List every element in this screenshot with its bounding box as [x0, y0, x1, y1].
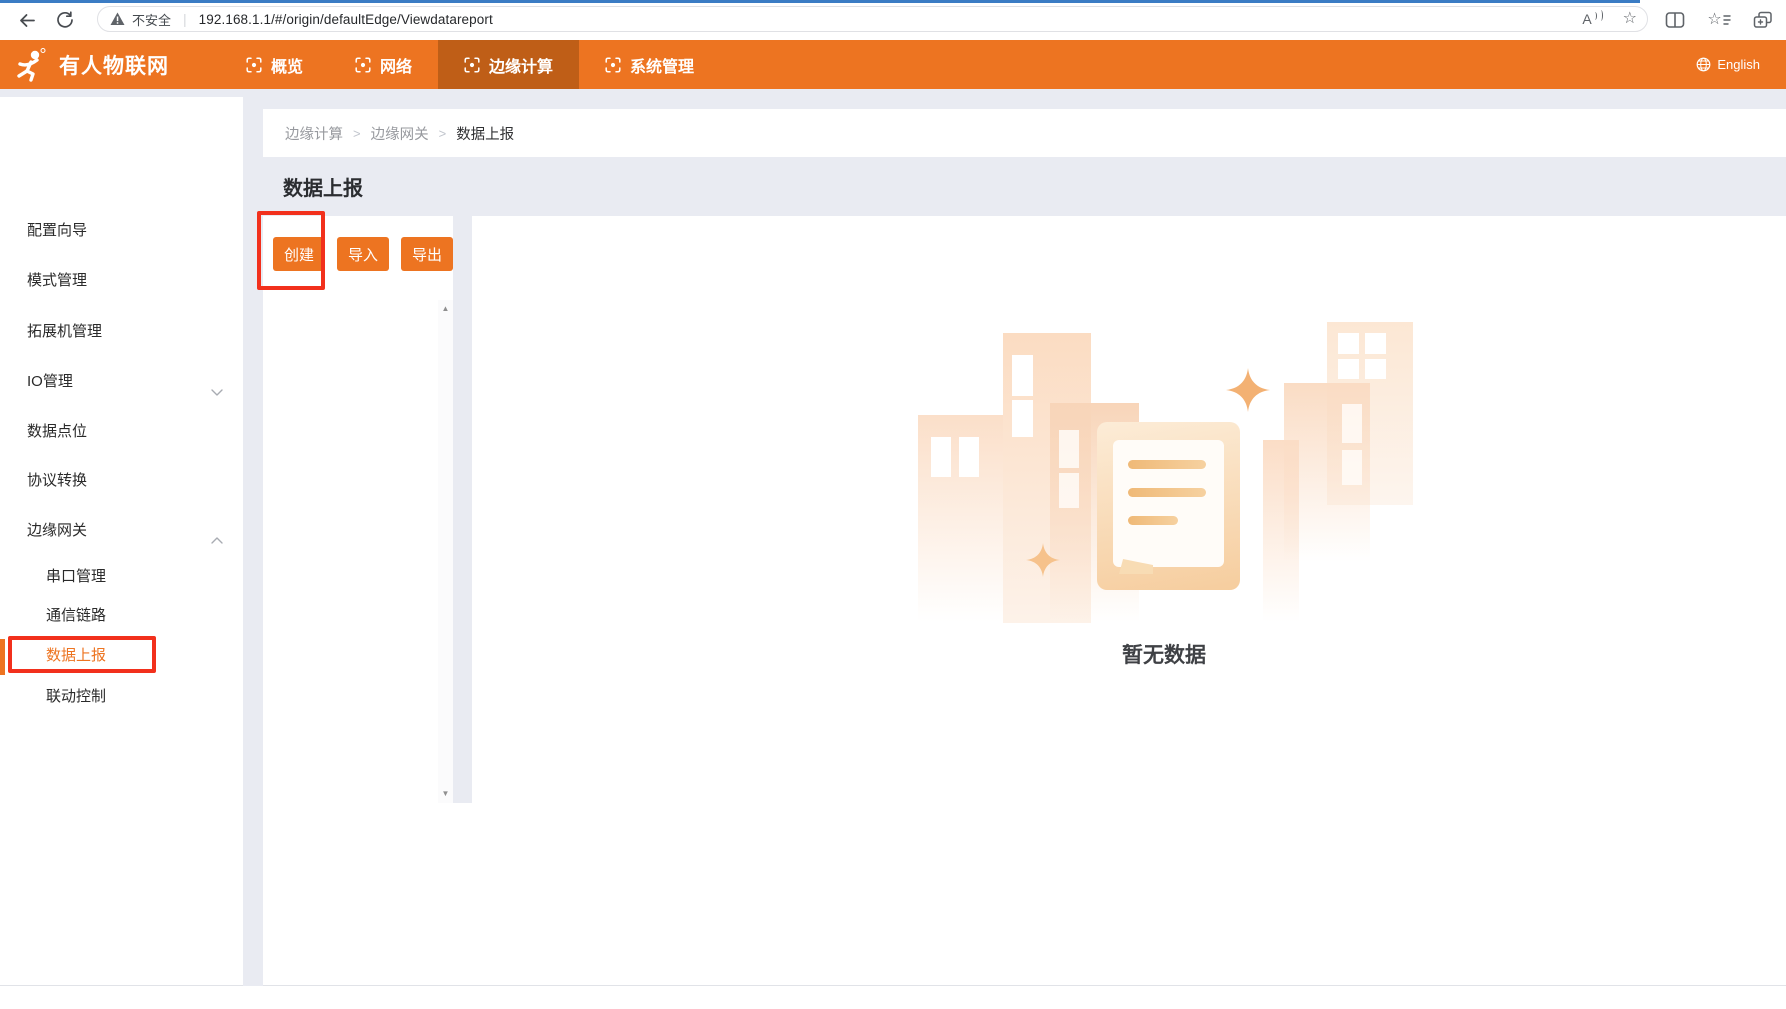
- site-security[interactable]: 不安全: [110, 10, 171, 29]
- browser-toolbar: 不安全 | 192.168.1.1/#/origin/defaultEdge/V…: [0, 0, 1786, 40]
- panel-divider: [453, 216, 472, 803]
- page-curl: [1119, 559, 1153, 574]
- main-nav: 概览 网络 边缘计算 系统管理: [220, 40, 720, 89]
- tab-label: 概览: [271, 58, 304, 76]
- url-text[interactable]: 192.168.1.1/#/origin/defaultEdge/Viewdat…: [199, 12, 493, 27]
- usr-logo-icon: [17, 47, 46, 82]
- document-graphic: [1097, 422, 1240, 590]
- sidebar-item-data-points[interactable]: 数据点位: [0, 418, 243, 446]
- sidebar-item-mode-management[interactable]: 模式管理: [0, 267, 243, 295]
- sidebar-item-edge-gateway[interactable]: 边缘网关: [0, 517, 243, 545]
- tab-label: 网络: [380, 58, 413, 76]
- sidebar-item-protocol-conversion[interactable]: 协议转换: [0, 467, 243, 495]
- sidebar-item-config-wizard[interactable]: 配置向导: [0, 217, 243, 245]
- breadcrumb-item-data-report: 数据上报: [456, 126, 515, 143]
- page-title: 数据上报: [283, 178, 363, 200]
- sparkle-icon: [1226, 368, 1270, 412]
- language-switch[interactable]: English: [1696, 57, 1786, 72]
- browser-top-accent-line: [0, 0, 1640, 3]
- document-page: [1113, 440, 1224, 574]
- sidebar-item-serial-management[interactable]: 串口管理: [0, 563, 243, 591]
- tab-network[interactable]: 网络: [329, 40, 438, 89]
- scan-icon: [355, 56, 371, 73]
- refresh-icon[interactable]: [52, 7, 78, 33]
- tab-system-management[interactable]: 系统管理: [579, 40, 720, 89]
- sidebar-item-data-report[interactable]: 数据上报: [0, 642, 243, 670]
- app-header: 有人物联网 概览 网络 边缘计算 系统管理 English: [0, 40, 1786, 89]
- brand: 有人物联网: [0, 47, 192, 83]
- breadcrumb-item-edge-computing[interactable]: 边缘计算: [285, 123, 343, 144]
- address-bar[interactable]: 不安全 | 192.168.1.1/#/origin/defaultEdge/V…: [97, 6, 1648, 32]
- building-graphic: [918, 415, 1003, 622]
- address-separator: |: [183, 11, 187, 27]
- brand-title: 有人物联网: [59, 54, 169, 78]
- chevron-up-icon: [211, 527, 223, 555]
- import-button[interactable]: 导入: [337, 237, 390, 271]
- sidebar-item-expander-management[interactable]: 拓展机管理: [0, 318, 243, 346]
- scan-icon: [605, 56, 621, 73]
- favorites-bar-icon[interactable]: ☆: [1702, 7, 1736, 33]
- tab-overview[interactable]: 概览: [220, 40, 329, 89]
- scroll-down-icon[interactable]: ▼: [442, 785, 450, 803]
- tab-label: 边缘计算: [489, 58, 554, 76]
- tab-edge-computing[interactable]: 边缘计算: [438, 40, 580, 89]
- screenshot-root: 不安全 | 192.168.1.1/#/origin/defaultEdge/V…: [0, 0, 1786, 1009]
- sidebar-item-communication-link[interactable]: 通信链路: [0, 602, 243, 630]
- bookmark-star-icon[interactable]: ☆: [1623, 11, 1637, 27]
- sidebar: 配置向导 模式管理 拓展机管理 IO管理 数据点位 协议转换 边缘网关 串口管理…: [0, 97, 243, 986]
- scan-icon: [246, 56, 262, 73]
- sidebar-item-io-management[interactable]: IO管理: [0, 368, 243, 396]
- active-item-indicator: [0, 639, 5, 675]
- language-label: English: [1717, 57, 1760, 72]
- breadcrumb: 边缘计算 > 边缘网关 > 数据上报: [263, 109, 1786, 157]
- warning-icon: [110, 12, 125, 25]
- building-graphic: [1263, 440, 1299, 622]
- scroll-up-icon[interactable]: ▲: [442, 300, 450, 318]
- empty-illustration: [912, 318, 1416, 626]
- export-button[interactable]: 导出: [401, 237, 454, 271]
- empty-state-text: 暂无数据: [1122, 644, 1206, 667]
- read-aloud-icon[interactable]: A: [1582, 10, 1603, 27]
- breadcrumb-item-edge-gateway[interactable]: 边缘网关: [371, 123, 429, 144]
- list-scrollbar[interactable]: ▲ ▼: [438, 300, 453, 803]
- scan-icon: [464, 56, 480, 73]
- split-screen-icon[interactable]: [1662, 7, 1688, 33]
- create-button[interactable]: 创建: [273, 237, 326, 271]
- back-icon[interactable]: [14, 7, 40, 33]
- toolbar: 创建 导入 导出: [273, 237, 454, 271]
- sidebar-item-linkage-control[interactable]: 联动控制: [0, 683, 243, 711]
- collections-icon[interactable]: [1750, 7, 1776, 33]
- sparkle-icon: [1026, 543, 1060, 577]
- breadcrumb-separator-icon: >: [353, 125, 361, 141]
- globe-icon: [1696, 57, 1711, 72]
- chevron-down-icon: [211, 378, 223, 406]
- breadcrumb-separator-icon: >: [438, 125, 447, 141]
- content-card: 创建 导入 导出 ▲ ▼ 暂无数据: [257, 211, 1786, 986]
- not-secure-label: 不安全: [132, 12, 172, 28]
- tab-label: 系统管理: [630, 58, 695, 76]
